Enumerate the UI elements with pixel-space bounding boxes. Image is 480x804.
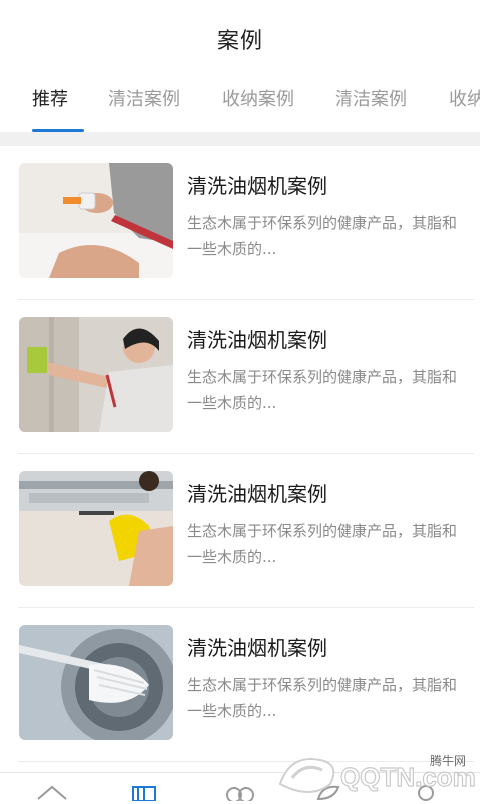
tab-cleaning-cases-2[interactable]: 清洁案例 <box>335 86 407 132</box>
case-title: 清洗油烟机案例 <box>187 636 327 660</box>
section-divider <box>0 132 480 146</box>
tab-label: 收纳案例 <box>222 89 294 110</box>
spray-bottle-photo <box>19 163 173 278</box>
woman-wiping-cabinet-photo <box>19 317 173 432</box>
watermark: QQTN.com 腾牛网 <box>270 744 480 800</box>
brush-washing-machine-photo <box>19 625 173 740</box>
tab-recommend[interactable]: 推荐 <box>32 86 84 132</box>
tab-label: 收纳 <box>449 89 480 110</box>
tab-label: 清洁案例 <box>335 89 407 110</box>
tab-cleaning-cases[interactable]: 清洁案例 <box>108 86 180 132</box>
case-description: 生态木属于环保系列的健康产品，其脂和一些木质的... <box>187 676 458 720</box>
steam-cleaning-hood-photo <box>19 471 173 586</box>
tab-label: 清洁案例 <box>108 89 180 110</box>
tab-storage-cases[interactable]: 收纳案例 <box>222 86 294 132</box>
cases-icon[interactable] <box>130 783 158 801</box>
home-icon[interactable] <box>34 783 70 801</box>
case-thumbnail <box>19 471 173 586</box>
page-header: 案例 <box>0 0 480 78</box>
tab-storage-cases-2[interactable]: 收纳 <box>449 86 480 132</box>
watermark-brand: 腾牛网 <box>429 754 466 768</box>
case-title: 清洗油烟机案例 <box>187 174 327 198</box>
case-thumbnail <box>19 163 173 278</box>
list-item[interactable]: 清洗油烟机案例 生态木属于环保系列的健康产品，其脂和一些木质的... <box>18 146 474 300</box>
list-item[interactable]: 清洗油烟机案例 生态木属于环保系列的健康产品，其脂和一些木质的... <box>18 454 474 608</box>
tab-label: 推荐 <box>32 89 68 110</box>
case-description: 生态木属于环保系列的健康产品，其脂和一些木质的... <box>187 214 458 258</box>
list-item[interactable]: 清洗油烟机案例 生态木属于环保系列的健康产品，其脂和一些木质的... <box>18 300 474 454</box>
case-description: 生态木属于环保系列的健康产品，其脂和一些木质的... <box>187 522 458 566</box>
list-item[interactable]: 清洗油烟机案例 生态木属于环保系列的健康产品，其脂和一些木质的... <box>18 608 474 762</box>
service-icon[interactable] <box>224 783 256 801</box>
case-thumbnail <box>19 317 173 432</box>
category-tabs: 推荐 清洁案例 收纳案例 清洁案例 收纳 <box>0 78 480 132</box>
case-description: 生态木属于环保系列的健康产品，其脂和一些木质的... <box>187 368 458 412</box>
page-title: 案例 <box>216 29 263 54</box>
case-title: 清洗油烟机案例 <box>187 482 327 506</box>
case-title: 清洗油烟机案例 <box>187 328 327 352</box>
case-thumbnail <box>19 625 173 740</box>
